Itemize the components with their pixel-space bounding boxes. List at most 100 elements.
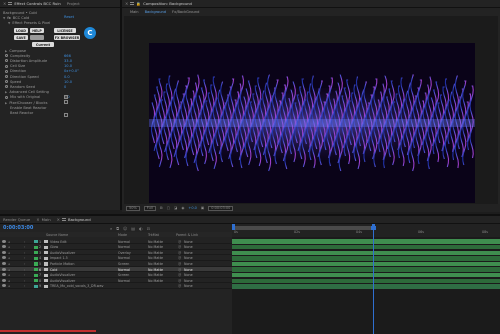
layer-bar[interactable] <box>232 244 500 250</box>
audio-icon[interactable]: ◂ <box>8 273 10 277</box>
mix-original-checkbox[interactable] <box>64 100 68 104</box>
pickwhip-icon[interactable]: @ <box>178 251 181 255</box>
parent-dropdown[interactable]: None <box>184 279 193 283</box>
layer-bar[interactable] <box>232 239 500 244</box>
toggle-mask-icon[interactable]: ◪ <box>174 206 177 210</box>
tab-project[interactable]: Project <box>67 1 80 6</box>
trkmat-dropdown[interactable]: No Matte <box>148 273 163 277</box>
composition-canvas[interactable] <box>149 43 475 203</box>
expand-triangle-icon[interactable]: ▶ <box>5 101 7 105</box>
layer-row[interactable]: ◂ › 1 Video Edit Normal No Matte @ None <box>0 239 232 245</box>
time-ruler[interactable]: 0s 02s 04s 06s 08s <box>232 224 500 237</box>
parent-header[interactable]: Parent & Link <box>176 233 198 237</box>
blend-mode-dropdown[interactable]: Normal <box>118 245 130 249</box>
parent-dropdown[interactable]: None <box>184 268 193 272</box>
stopwatch-icon[interactable] <box>5 95 8 99</box>
layer-row[interactable]: ◂ › 7 AudioVisualizer Screen No Matte @ None <box>0 273 232 278</box>
zoom-dropdown[interactable]: 50% <box>126 205 140 211</box>
enable-beat-reactor-checkbox[interactable] <box>64 113 68 117</box>
layer-name[interactable]: Glow <box>50 245 58 249</box>
property-value[interactable]: 10.0 <box>64 80 72 84</box>
safe-area-icon[interactable]: ▢ <box>167 206 170 210</box>
expand-layer-icon[interactable]: › <box>24 251 25 255</box>
mode-header[interactable]: Mode <box>118 233 127 237</box>
layer-bar[interactable] <box>232 261 500 267</box>
advanced-cell-checkbox[interactable] <box>64 95 68 99</box>
fx-browser-button[interactable]: FX BROWSER <box>54 35 80 40</box>
camera-icon[interactable]: ▣ <box>201 206 204 210</box>
audio-icon[interactable]: ◂ <box>8 251 10 255</box>
pickwhip-icon[interactable]: @ <box>178 256 181 260</box>
expand-triangle-icon[interactable]: ▶ <box>5 49 7 53</box>
visibility-eye-icon[interactable] <box>2 261 6 265</box>
layer-bar[interactable] <box>232 272 500 278</box>
layer-name[interactable]: AudioVisualizer <box>50 273 75 277</box>
layer-bar[interactable] <box>232 250 500 256</box>
property-value[interactable]: 0x+0.0° <box>64 69 79 73</box>
panel-menu-icon[interactable] <box>8 2 13 5</box>
audio-icon[interactable]: ◂ <box>8 240 10 244</box>
draft-3d-icon[interactable]: ⧉ <box>116 226 119 231</box>
trkmat-dropdown[interactable]: No Matte <box>148 256 163 260</box>
playhead[interactable] <box>373 226 374 334</box>
property-value[interactable]: 33.0 <box>64 59 72 63</box>
panel-menu-icon[interactable] <box>130 2 135 5</box>
blend-mode-dropdown[interactable]: Normal <box>118 268 130 272</box>
effect-presets-row[interactable]: ▼ Effect Presets & Pixel <box>8 20 50 25</box>
blend-mode-dropdown[interactable]: Normal <box>118 256 130 260</box>
parent-dropdown[interactable]: None <box>184 262 193 266</box>
stopwatch-icon[interactable] <box>5 75 8 78</box>
blend-mode-dropdown[interactable]: Overlay <box>118 251 131 255</box>
parent-dropdown[interactable]: None <box>184 284 193 288</box>
layer-row[interactable]: ◂ › 6 Cold Normal No Matte @ None <box>0 267 232 273</box>
visibility-eye-icon[interactable] <box>2 284 6 288</box>
expand-triangle-icon[interactable]: ▶ <box>5 90 7 94</box>
label-color-swatch[interactable] <box>34 273 38 277</box>
blend-mode-dropdown[interactable]: Screen <box>118 273 129 277</box>
parent-dropdown[interactable]: None <box>184 273 193 277</box>
reset-link[interactable]: Reset <box>64 15 74 20</box>
property-value[interactable]: 666 <box>64 54 71 58</box>
expand-layer-icon[interactable]: › <box>24 268 25 272</box>
parent-dropdown[interactable]: None <box>184 240 193 244</box>
label-color-swatch[interactable] <box>34 251 38 255</box>
label-color-swatch[interactable] <box>34 279 38 283</box>
tab-render-queue[interactable]: Render Queue <box>3 217 30 222</box>
visibility-eye-icon[interactable] <box>2 273 6 277</box>
label-color-swatch[interactable] <box>34 245 38 249</box>
label-color-swatch[interactable] <box>34 256 38 260</box>
layer-row[interactable]: ◂ › 2 Glow Normal No Matte @ None <box>0 245 232 250</box>
expand-layer-icon[interactable]: › <box>24 245 25 249</box>
label-color-swatch[interactable] <box>34 268 38 272</box>
search-icon[interactable]: ⌕ <box>110 226 112 231</box>
visibility-eye-icon[interactable] <box>2 250 6 254</box>
property-value[interactable]: 0 <box>64 85 66 89</box>
trkmat-dropdown[interactable]: No Matte <box>148 268 163 272</box>
pickwhip-icon[interactable]: @ <box>178 240 181 244</box>
audio-icon[interactable]: ◂ <box>8 262 10 266</box>
pickwhip-icon[interactable]: @ <box>178 262 181 266</box>
trkmat-dropdown[interactable]: No Matte <box>148 245 163 249</box>
parent-dropdown[interactable]: None <box>184 256 193 260</box>
layer-name[interactable]: Cold <box>50 268 57 272</box>
layer-name[interactable]: AudioVisualizer <box>50 279 75 283</box>
audio-icon[interactable]: ◂ <box>8 284 10 288</box>
visibility-eye-icon[interactable] <box>2 256 6 260</box>
trkmat-dropdown[interactable]: No Matte <box>148 240 163 244</box>
subtab-background[interactable]: Background <box>145 10 166 14</box>
playhead-handle[interactable] <box>371 226 376 230</box>
stopwatch-icon[interactable] <box>5 85 8 89</box>
expand-layer-icon[interactable]: › <box>24 284 25 288</box>
label-color-swatch[interactable] <box>34 284 38 288</box>
layer-name[interactable]: AudioVisualizer <box>50 251 75 255</box>
lock-icon[interactable]: 🔒 <box>136 1 141 6</box>
save-extra-button[interactable] <box>30 35 44 40</box>
expand-layer-icon[interactable]: › <box>24 279 25 283</box>
pickwhip-icon[interactable]: @ <box>178 284 181 288</box>
property-value[interactable]: 10.0 <box>64 64 72 68</box>
layer-row[interactable]: ◂ › 9 TREA_Mx_cold_vocals_3_DR.wav @ None <box>0 284 232 289</box>
pickwhip-icon[interactable]: @ <box>178 273 181 277</box>
tab-effect-controls[interactable]: × Effect Controls BCC Ruin <box>3 1 61 6</box>
stopwatch-icon[interactable] <box>5 54 8 58</box>
subtab-main[interactable]: Main <box>130 10 139 14</box>
